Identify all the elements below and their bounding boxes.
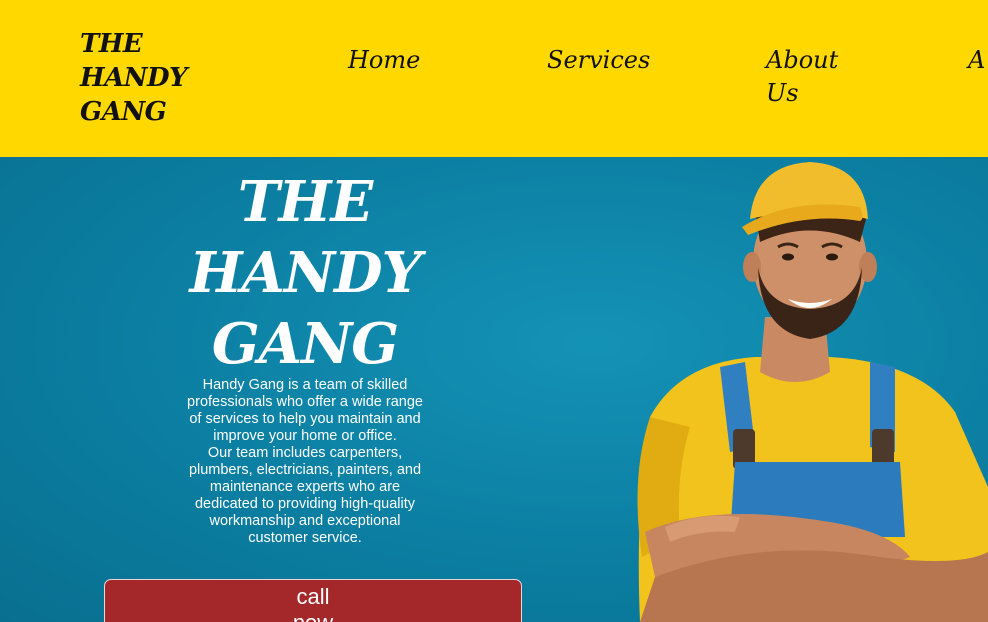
nav-home[interactable]: Home — [348, 44, 420, 77]
hero-description-paragraph-1: Handy Gang is a team of skilled professi… — [187, 377, 423, 444]
handyman-photo — [637, 162, 988, 622]
nav-item-cut-off[interactable]: A — [968, 44, 985, 77]
call-now-label: call now — [293, 584, 333, 622]
hero-description-paragraph-2: Our team includes carpenters, plumbers, … — [188, 445, 422, 546]
site-header: THE HANDY GANG Home Services About Us A — [0, 0, 988, 157]
nav-about-us[interactable]: About Us — [766, 44, 838, 110]
hero-section: THE HANDY GANG Handy Gang is a team of s… — [0, 157, 988, 622]
nav-services[interactable]: Services — [547, 44, 650, 77]
site-logo[interactable]: THE HANDY GANG — [80, 27, 210, 129]
hero-title: THE HANDY GANG — [189, 169, 421, 377]
call-now-button[interactable]: call now — [104, 579, 522, 622]
hero-description: Handy Gang is a team of skilled professi… — [185, 377, 425, 547]
